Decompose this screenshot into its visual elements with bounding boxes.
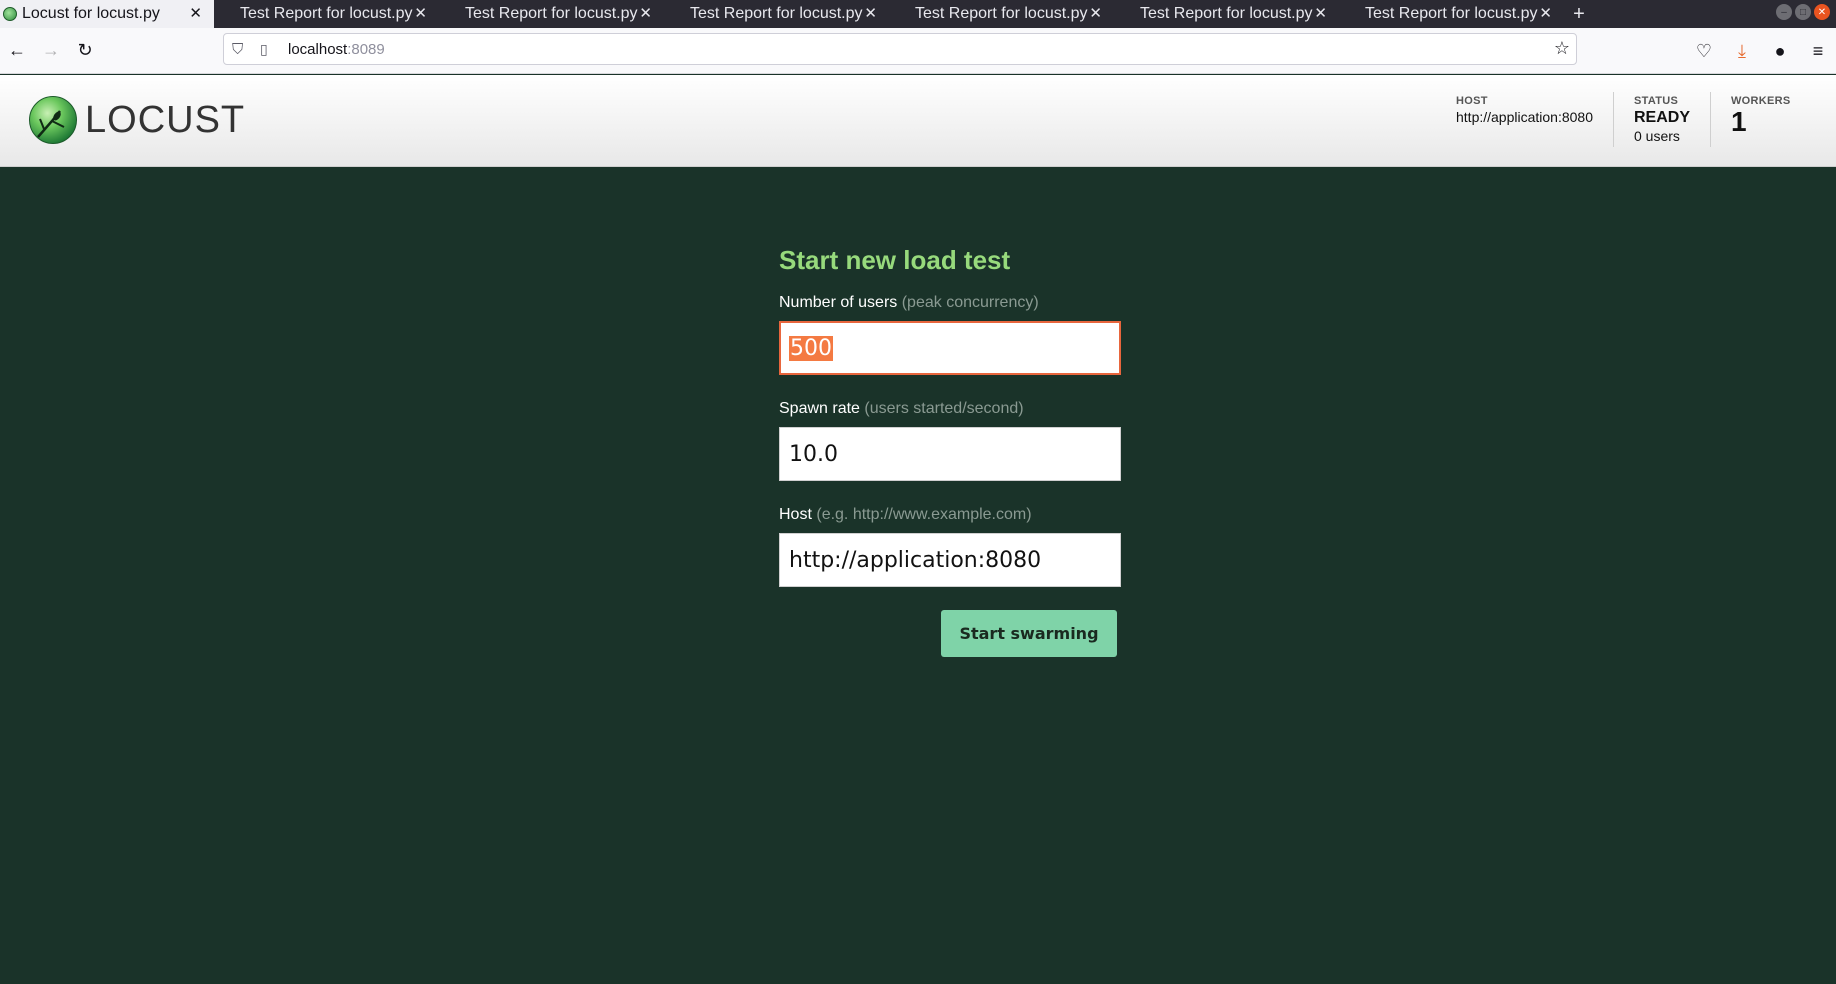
host-field-label-text: Host <box>779 506 812 523</box>
start-swarming-button[interactable]: Start swarming <box>941 610 1117 657</box>
spawn-rate-input-value: 10.0 <box>789 441 838 467</box>
minimize-icon[interactable]: – <box>1776 4 1792 20</box>
window-controls: – □ ✕ <box>1776 4 1830 20</box>
url-port: :8089 <box>347 40 385 58</box>
downloads-icon[interactable]: ⤓ <box>1724 34 1760 68</box>
spawn-rate-hint: (users started/second) <box>864 400 1024 417</box>
form-title: Start new load test <box>779 245 1011 275</box>
tab-close-icon[interactable]: ✕ <box>189 4 202 24</box>
status-users: 0 users <box>1634 128 1680 144</box>
locust-favicon-icon <box>3 7 17 21</box>
tab-close-icon[interactable]: ✕ <box>1539 4 1552 24</box>
tab-test-report[interactable]: Test Report for locust.py ✕ <box>889 0 1114 28</box>
tab-test-report[interactable]: Test Report for locust.py ✕ <box>664 0 889 28</box>
spawn-rate-label-text: Spawn rate <box>779 400 860 417</box>
tab-title: Test Report for locust.py <box>1365 5 1538 22</box>
status-label: STATUS <box>1634 95 1679 107</box>
tab-locust[interactable]: Locust for locust.py ✕ <box>0 0 214 28</box>
back-arrow-icon[interactable]: ← <box>0 34 34 68</box>
forward-arrow-icon[interactable]: → <box>34 34 68 68</box>
toolbar-right: ♡ ⤓ ● ≡ <box>1686 34 1836 68</box>
new-tab-plus-icon[interactable]: + <box>1564 0 1594 28</box>
host-label: HOST <box>1456 95 1488 107</box>
status-stat: STATUS READY 0 users <box>1634 95 1690 144</box>
host-input-value: http://application:8080 <box>789 547 1042 573</box>
tab-test-report[interactable]: Test Report for locust.py ✕ <box>214 0 439 28</box>
tracking-shield-icon[interactable]: ⛉ <box>232 41 252 58</box>
menu-hamburger-icon[interactable]: ≡ <box>1800 34 1836 68</box>
users-label: Number of users (peak concurrency) <box>779 294 1119 312</box>
header-divider <box>1710 92 1711 147</box>
header-divider <box>1613 92 1614 147</box>
tab-close-icon[interactable]: ✕ <box>414 4 427 24</box>
maximize-icon[interactable]: □ <box>1795 4 1811 20</box>
tab-title: Test Report for locust.py <box>690 5 863 22</box>
tab-close-icon[interactable]: ✕ <box>1314 4 1327 24</box>
reload-icon[interactable]: ↻ <box>68 34 102 68</box>
users-input-value: 500 <box>789 335 833 361</box>
tab-test-report[interactable]: Test Report for locust.py ✕ <box>1114 0 1339 28</box>
spawn-rate-label: Spawn rate (users started/second) <box>779 400 1119 418</box>
host-field-label: Host (e.g. http://www.example.com) <box>779 506 1119 524</box>
page-info-icon[interactable]: ▯ <box>260 41 278 58</box>
tab-title: Locust for locust.py <box>22 5 160 22</box>
extensions-icon[interactable]: ● <box>1762 34 1798 68</box>
users-label-text: Number of users <box>779 294 898 311</box>
workers-stat: WORKERS 1 <box>1731 95 1791 137</box>
bookmark-star-icon[interactable]: ☆ <box>1554 38 1570 59</box>
tab-test-report[interactable]: Test Report for locust.py ✕ <box>1339 0 1564 28</box>
locust-logo-icon <box>29 96 77 144</box>
window-close-icon[interactable]: ✕ <box>1814 4 1830 20</box>
tab-title: Test Report for locust.py <box>465 5 638 22</box>
pocket-icon[interactable]: ♡ <box>1686 34 1722 68</box>
users-hint: (peak concurrency) <box>901 294 1039 311</box>
workers-value: 1 <box>1731 106 1747 137</box>
tab-close-icon[interactable]: ✕ <box>864 4 877 24</box>
tab-close-icon[interactable]: ✕ <box>639 4 652 24</box>
browser-tab-strip: Locust for locust.py ✕ Test Report for l… <box>0 0 1836 28</box>
host-input[interactable]: http://application:8080 <box>779 533 1121 587</box>
tab-close-icon[interactable]: ✕ <box>1089 4 1102 24</box>
tab-test-report[interactable]: Test Report for locust.py ✕ <box>439 0 664 28</box>
tab-title: Test Report for locust.py <box>240 5 413 22</box>
host-field-hint: (e.g. http://www.example.com) <box>816 506 1032 523</box>
logo-text: LOCUST <box>85 98 246 141</box>
users-input[interactable]: 500 <box>779 321 1121 375</box>
host-stat: HOST http://application:8080 <box>1456 95 1593 125</box>
url-host: localhost <box>288 40 348 58</box>
status-value: READY <box>1634 109 1691 126</box>
browser-navbar: ← → ↻ ⛉ ▯ localhost:8089 ☆ ♡ ⤓ ● ≡ <box>0 28 1836 74</box>
tab-title: Test Report for locust.py <box>1140 5 1313 22</box>
spawn-rate-input[interactable]: 10.0 <box>779 427 1121 481</box>
tab-title: Test Report for locust.py <box>915 5 1088 22</box>
address-bar[interactable]: ⛉ ▯ localhost:8089 ☆ <box>223 33 1577 65</box>
locust-logo[interactable]: LOCUST <box>29 96 245 144</box>
start-load-test-form: Start new load test Number of users (pea… <box>779 245 1121 657</box>
host-value: http://application:8080 <box>1456 109 1593 125</box>
app-header: LOCUST HOST http://application:8080 STAT… <box>0 75 1836 167</box>
